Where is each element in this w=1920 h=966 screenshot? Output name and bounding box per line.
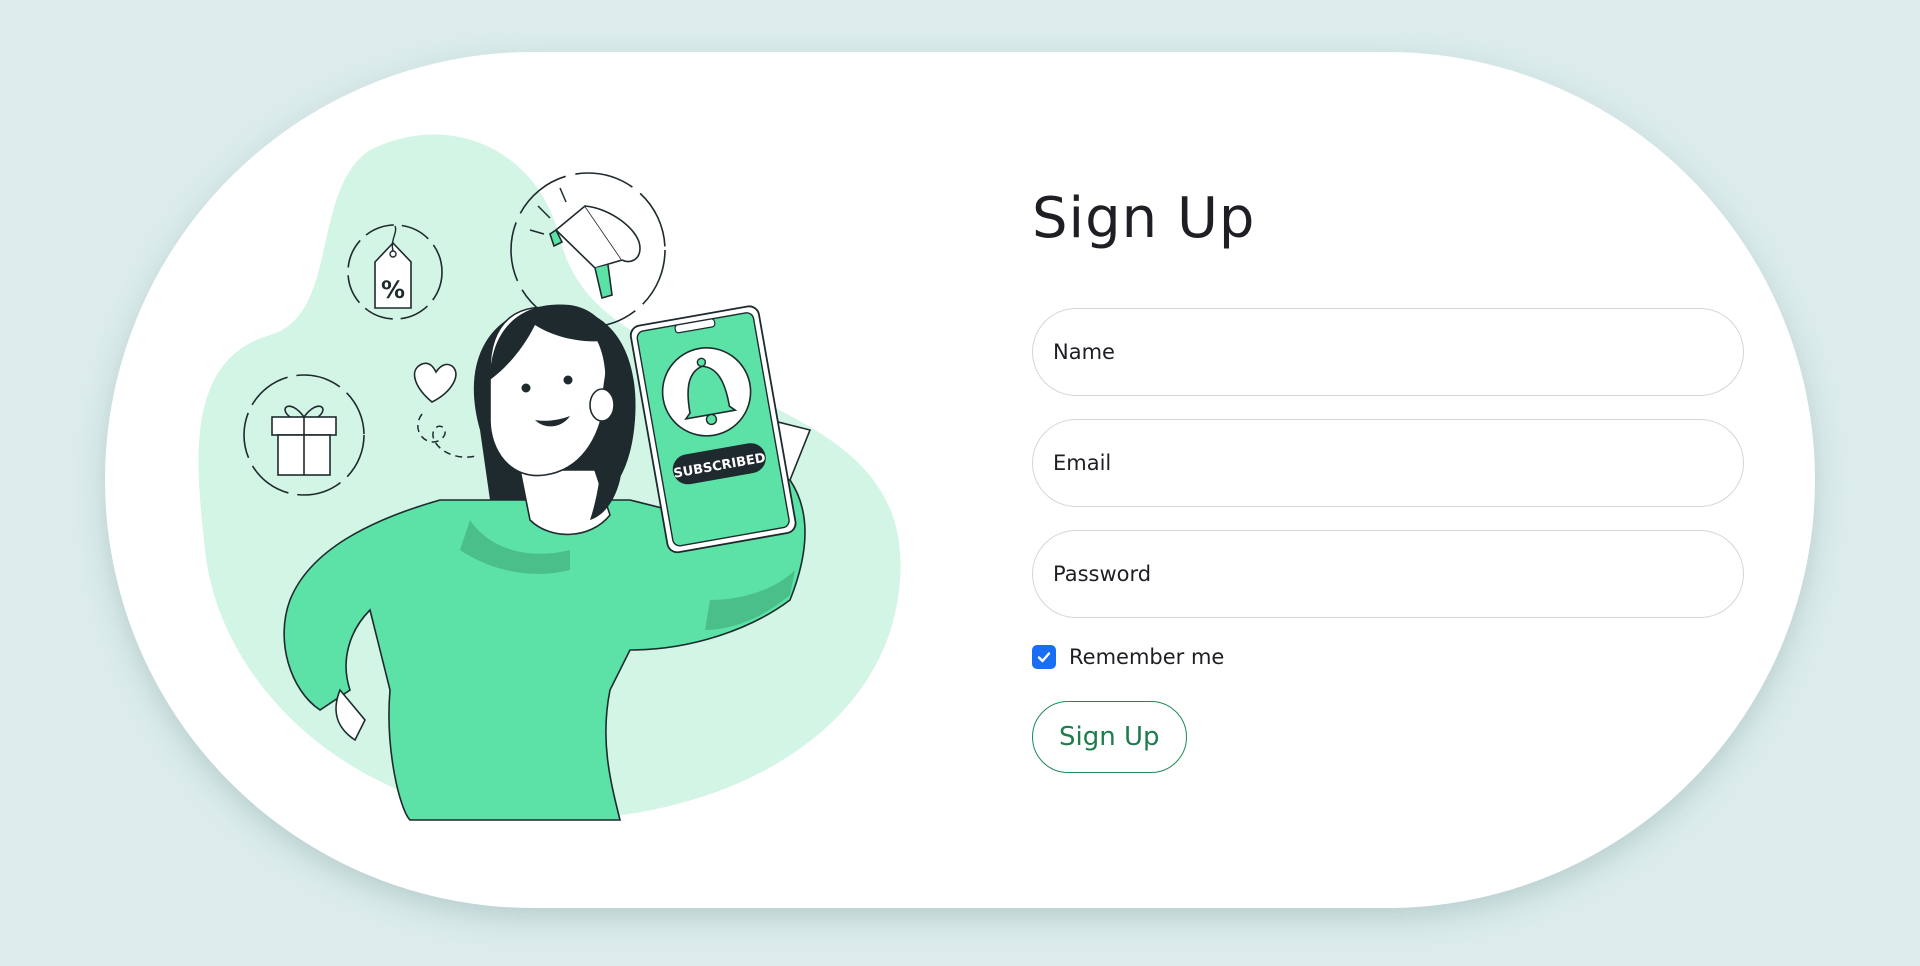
svg-text:%: % [381, 276, 405, 304]
remember-me-row: Remember me [1032, 641, 1744, 673]
name-input[interactable] [1032, 308, 1744, 396]
signup-form: Sign Up Remember me Sign Up [1032, 180, 1744, 773]
remember-me-label: Remember me [1069, 645, 1225, 669]
email-input[interactable] [1032, 419, 1744, 507]
page: % SUBSCRIBED Sign Up Name Email Remember… [0, 0, 1920, 966]
password-input[interactable] [1032, 530, 1744, 618]
remember-me-checkbox[interactable] [1032, 645, 1056, 669]
illustration: % SUBSCRIBED [198, 134, 901, 821]
signup-button[interactable]: Sign Up [1032, 701, 1187, 773]
check-icon [1037, 652, 1051, 663]
page-title: Sign Up [1032, 186, 1256, 251]
